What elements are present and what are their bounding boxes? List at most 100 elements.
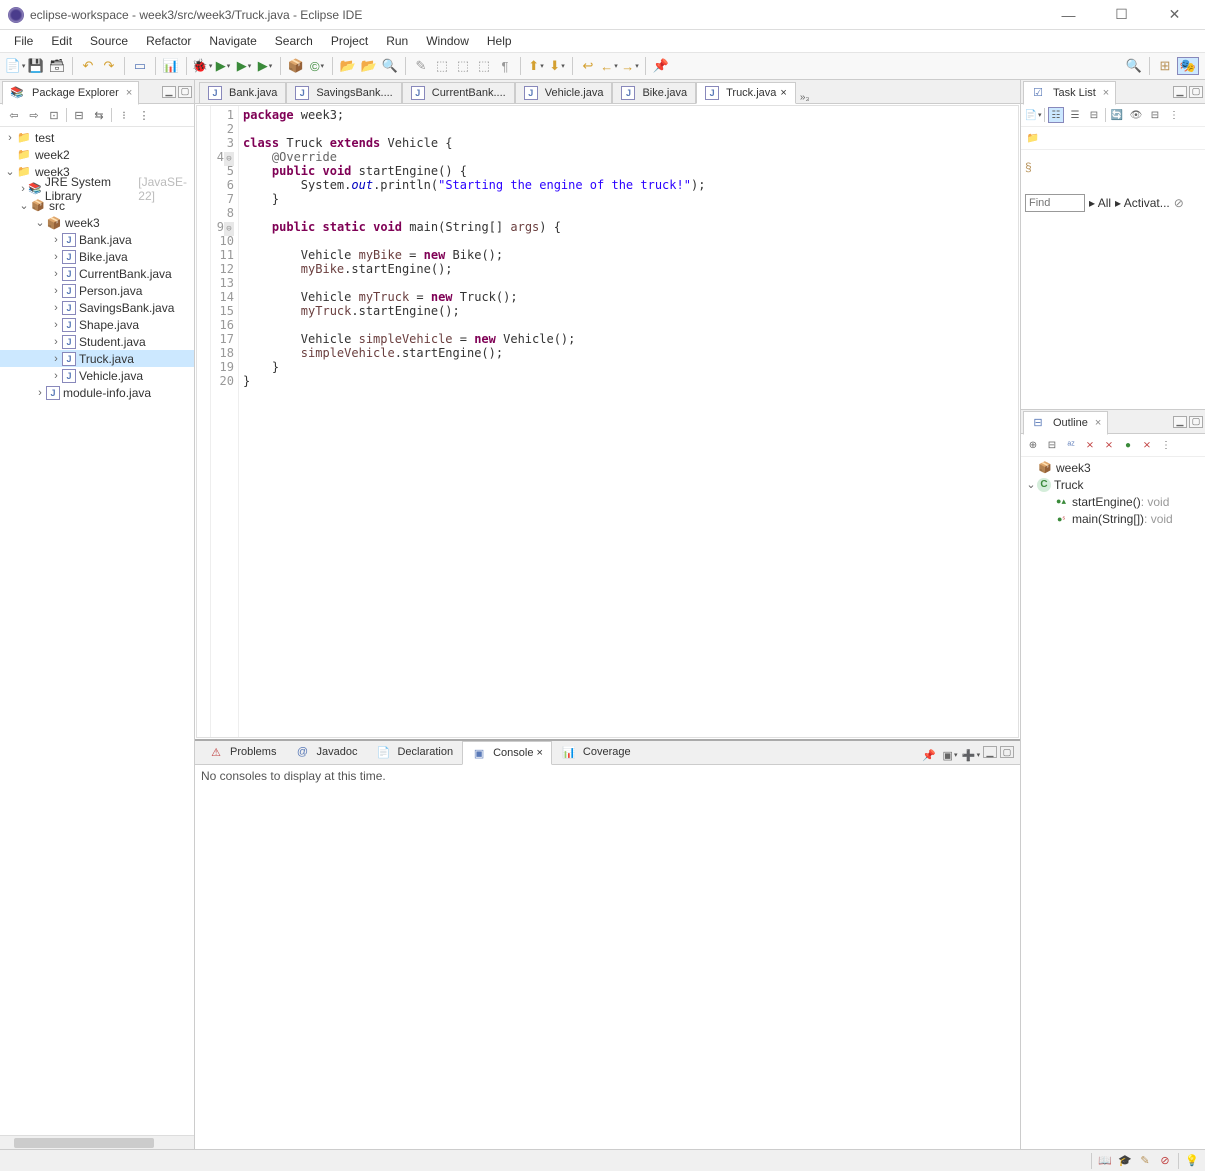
- tree-file-module-info[interactable]: ›Jmodule-info.java: [0, 384, 194, 401]
- open-type-icon[interactable]: 📂: [339, 57, 357, 75]
- back-nav-icon[interactable]: ⇦: [6, 107, 22, 123]
- up-nav-icon[interactable]: ⊡: [46, 107, 62, 123]
- save-icon[interactable]: 💾: [27, 57, 45, 75]
- search-icon[interactable]: 🔍: [381, 57, 399, 75]
- pin-console-icon[interactable]: 📌: [920, 746, 938, 764]
- close-icon[interactable]: ×: [780, 87, 786, 99]
- tab-console[interactable]: ▣Console×: [462, 741, 552, 765]
- package-explorer-tab[interactable]: 📚 Package Explorer ×: [2, 81, 139, 105]
- editor-tab-vehicle[interactable]: JVehicle.java: [515, 82, 613, 103]
- tab-javadoc[interactable]: @Javadoc: [285, 740, 366, 764]
- collapse-icon[interactable]: ⊟: [1147, 107, 1163, 123]
- toggle-block-icon[interactable]: ⬚: [433, 57, 451, 75]
- new-java-package-icon[interactable]: 📦: [287, 57, 305, 75]
- tab-problems[interactable]: ⚠Problems: [199, 740, 285, 764]
- find-input[interactable]: [1025, 194, 1085, 212]
- tree-project-week2[interactable]: 📁week2: [0, 146, 194, 163]
- find-link-icon[interactable]: §: [1025, 160, 1032, 174]
- horizontal-scrollbar[interactable]: [0, 1135, 194, 1149]
- tree-file-vehicle[interactable]: ›JVehicle.java: [0, 367, 194, 384]
- menu-project[interactable]: Project: [323, 32, 376, 50]
- redo-icon[interactable]: ↷: [100, 57, 118, 75]
- tree-jre-library[interactable]: ›📚JRE System Library[JavaSE-22]: [0, 180, 194, 197]
- hide-local-icon[interactable]: ⨯: [1139, 437, 1155, 453]
- show-whitespace-icon[interactable]: ¶: [496, 57, 514, 75]
- minimize-view-icon[interactable]: ▁: [1173, 86, 1187, 98]
- collapse-all-icon[interactable]: ⊟: [71, 107, 87, 123]
- debug-icon[interactable]: 🐞▾: [193, 57, 211, 75]
- tab-overflow-icon[interactable]: »₃: [796, 92, 814, 103]
- quick-access-icon[interactable]: 🔍: [1125, 57, 1143, 75]
- close-icon[interactable]: ×: [536, 747, 542, 759]
- menu-window[interactable]: Window: [418, 32, 477, 50]
- menu-file[interactable]: File: [6, 32, 41, 50]
- focus-icon[interactable]: ⊕: [1025, 437, 1041, 453]
- editor-marker-ruler[interactable]: [197, 106, 211, 737]
- tree-file-currentbank[interactable]: ›JCurrentBank.java: [0, 265, 194, 282]
- editor-tab-bike[interactable]: JBike.java: [612, 82, 696, 103]
- outline-method-startengine[interactable]: ●▴startEngine() : void: [1023, 493, 1203, 510]
- menu-navigate[interactable]: Navigate: [201, 32, 264, 50]
- categorize-icon[interactable]: ☷: [1048, 107, 1064, 123]
- back-icon[interactable]: ←▾: [600, 57, 618, 75]
- sb-pencil-icon[interactable]: ✎: [1138, 1154, 1152, 1168]
- view-menu-icon[interactable]: ⋮: [1166, 107, 1182, 123]
- tree-project-test[interactable]: ›📁test: [0, 129, 194, 146]
- open-console-icon[interactable]: ➕▾: [962, 746, 980, 764]
- sort-az-icon[interactable]: ᵃᶻ: [1063, 437, 1079, 453]
- editor-tab-currentbank[interactable]: JCurrentBank....: [402, 82, 515, 103]
- maximize-button[interactable]: ☐: [1099, 1, 1144, 29]
- coverage-run-icon[interactable]: ▶▾: [235, 57, 253, 75]
- sb-stop-icon[interactable]: ⊘: [1158, 1154, 1172, 1168]
- editor-tab-bank[interactable]: JBank.java: [199, 82, 286, 103]
- clear-icon[interactable]: ⊘: [1174, 196, 1184, 210]
- sb-hat-icon[interactable]: 🎓: [1118, 1154, 1132, 1168]
- toggle-breadcrumb-icon[interactable]: ▭: [131, 57, 149, 75]
- last-edit-icon[interactable]: ↩: [579, 57, 597, 75]
- hide-non-public-icon[interactable]: ●: [1120, 437, 1136, 453]
- close-icon[interactable]: ×: [1103, 87, 1109, 99]
- menu-edit[interactable]: Edit: [43, 32, 80, 50]
- tree-file-bank[interactable]: ›JBank.java: [0, 231, 194, 248]
- close-button[interactable]: ✕: [1152, 1, 1197, 29]
- menu-help[interactable]: Help: [479, 32, 520, 50]
- tree-file-bike[interactable]: ›JBike.java: [0, 248, 194, 265]
- tab-coverage[interactable]: 📊Coverage: [552, 740, 640, 764]
- activate-filter[interactable]: ▸ Activat...: [1115, 196, 1170, 210]
- tree-file-person[interactable]: ›JPerson.java: [0, 282, 194, 299]
- save-all-icon[interactable]: 🗃: [48, 57, 66, 75]
- open-task-icon[interactable]: 📂: [360, 57, 378, 75]
- toggle-mark-icon[interactable]: ✎: [412, 57, 430, 75]
- task-working-set-icon[interactable]: 📁: [1025, 130, 1041, 146]
- tab-declaration[interactable]: 📄Declaration: [366, 740, 462, 764]
- annotation-next-icon[interactable]: ⬇▾: [548, 57, 566, 75]
- new-icon[interactable]: 📄▾: [6, 57, 24, 75]
- display-console-icon[interactable]: ▣▾: [941, 746, 959, 764]
- menu-refactor[interactable]: Refactor: [138, 32, 199, 50]
- new-task-icon[interactable]: 📄▾: [1025, 107, 1041, 123]
- hide-static-icon[interactable]: ⨯: [1101, 437, 1117, 453]
- minimize-view-icon[interactable]: ▁: [1173, 416, 1187, 428]
- tree-file-truck[interactable]: ›JTruck.java: [0, 350, 194, 367]
- toggle-whitespace-icon[interactable]: ⬚: [454, 57, 472, 75]
- maximize-view-icon[interactable]: ▢: [178, 86, 192, 98]
- run-last-icon[interactable]: ▶▾: [256, 57, 274, 75]
- tree-file-student[interactable]: ›JStudent.java: [0, 333, 194, 350]
- sb-book-icon[interactable]: 📖: [1098, 1154, 1112, 1168]
- editor-tab-savingsbank[interactable]: JSavingsBank....: [286, 82, 401, 103]
- editor-tab-truck[interactable]: JTruck.java×: [696, 82, 796, 104]
- java-perspective-icon[interactable]: 🎭: [1177, 57, 1199, 75]
- close-icon[interactable]: ×: [126, 87, 132, 99]
- annotation-prev-icon[interactable]: ⬆▾: [527, 57, 545, 75]
- schedule-icon[interactable]: ☰: [1067, 107, 1083, 123]
- minimize-button[interactable]: —: [1046, 1, 1091, 29]
- menu-search[interactable]: Search: [267, 32, 321, 50]
- tree-package-week3[interactable]: ⌄📦week3: [0, 214, 194, 231]
- minimize-view-icon[interactable]: ▁: [983, 746, 997, 758]
- new-java-class-icon[interactable]: ©▾: [308, 57, 326, 75]
- view-menu-icon[interactable]: ⋮: [1158, 437, 1174, 453]
- open-perspective-icon[interactable]: ⊞: [1156, 57, 1174, 75]
- forward-icon[interactable]: →▾: [621, 57, 639, 75]
- outline-method-main[interactable]: ●ˢmain(String[]) : void: [1023, 510, 1203, 527]
- outline-tab[interactable]: ⊟ Outline ×: [1023, 411, 1108, 435]
